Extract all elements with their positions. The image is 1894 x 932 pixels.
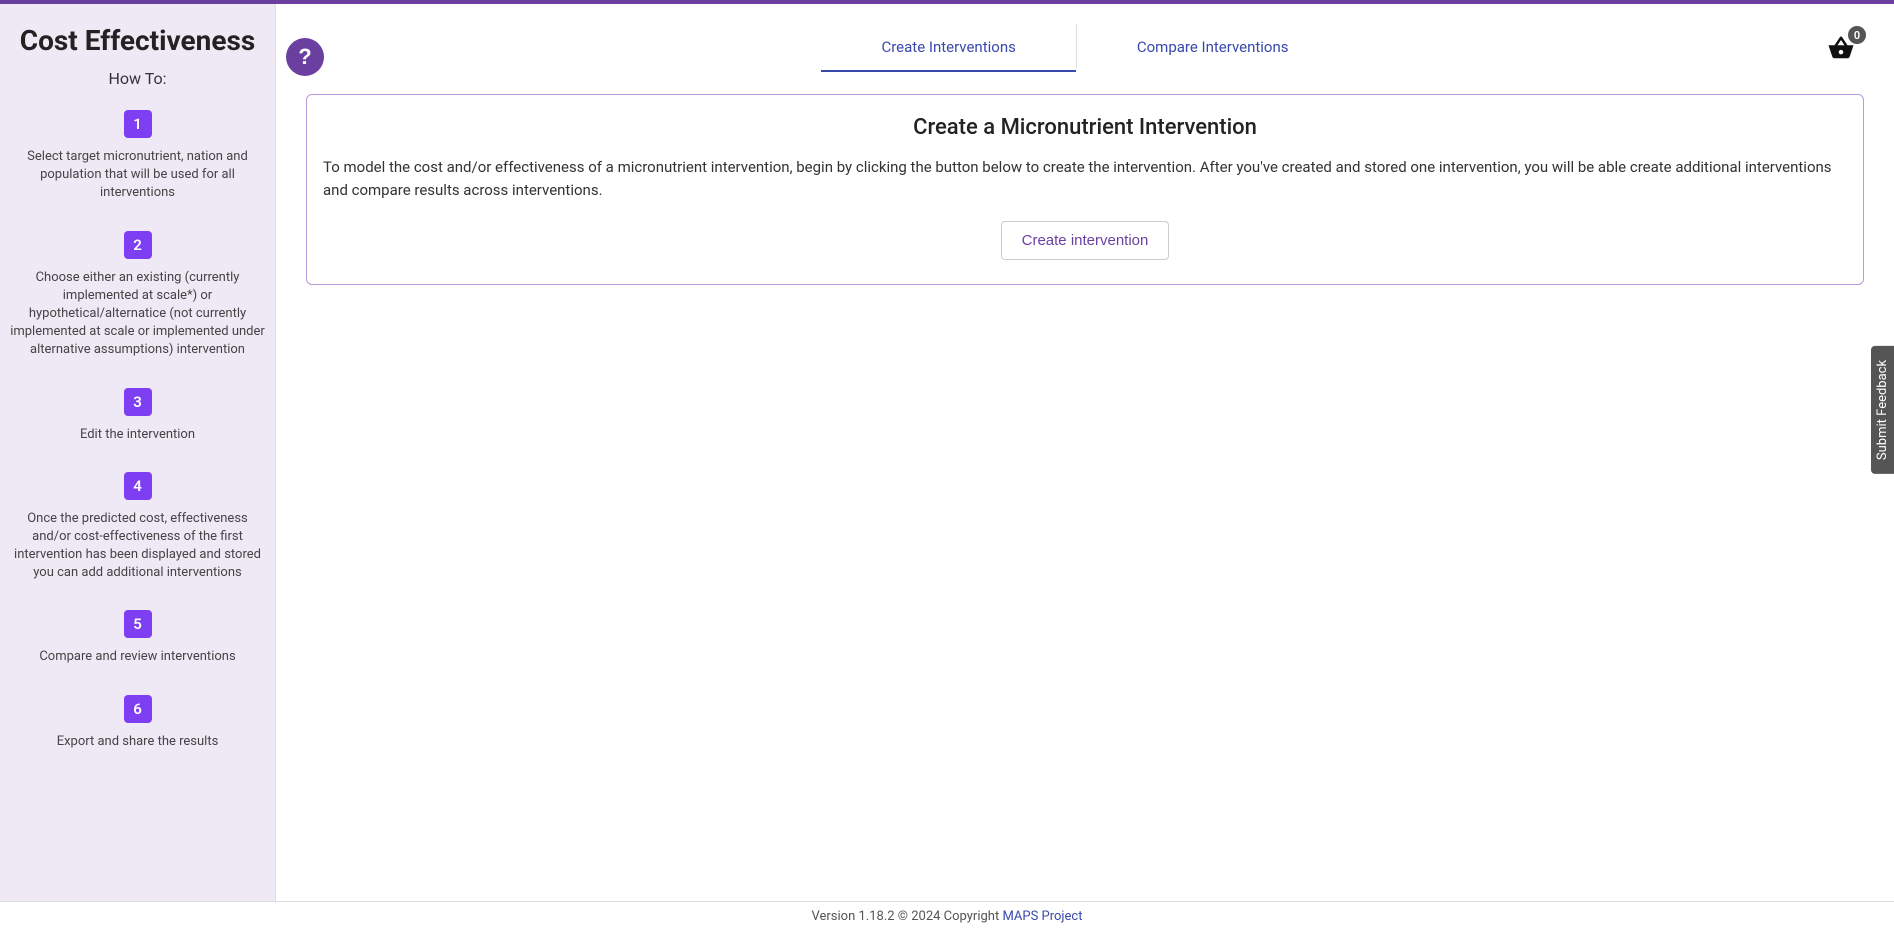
step-4: 4 Once the predicted cost, effectiveness… (6, 472, 269, 583)
step-text: Once the predicted cost, effectiveness a… (6, 510, 269, 583)
button-label: Create intervention (1022, 232, 1149, 249)
tab-compare-interventions[interactable]: Compare Interventions (1077, 24, 1349, 72)
step-number: 3 (124, 388, 152, 416)
submit-feedback-tab[interactable]: Submit Feedback (1871, 346, 1894, 474)
step-number: 6 (124, 695, 152, 723)
tabs: Create Interventions Compare Interventio… (821, 24, 1348, 72)
step-6: 6 Export and share the results (6, 695, 269, 751)
footer-text: Version 1.18.2 © 2024 Copyright (812, 909, 1003, 924)
basket-button[interactable]: 0 (1826, 34, 1856, 68)
card-title: Create a Micronutrient Intervention (323, 115, 1847, 140)
step-number: 5 (124, 610, 152, 638)
main-content: ? Create Interventions Compare Intervent… (276, 4, 1894, 901)
tab-create-interventions[interactable]: Create Interventions (821, 24, 1075, 72)
step-text: Compare and review interventions (6, 648, 269, 666)
basket-count-badge: 0 (1848, 26, 1866, 44)
tab-label: Compare Interventions (1137, 38, 1289, 56)
sidebar-title: Cost Effectiveness (6, 24, 269, 57)
feedback-label: Submit Feedback (1875, 360, 1890, 460)
step-5: 5 Compare and review interventions (6, 610, 269, 666)
footer-link[interactable]: MAPS Project (1002, 909, 1082, 924)
step-number: 2 (124, 231, 152, 259)
step-number: 4 (124, 472, 152, 500)
step-text: Edit the intervention (6, 426, 269, 444)
footer: Version 1.18.2 © 2024 Copyright MAPS Pro… (0, 901, 1894, 931)
step-1: 1 Select target micronutrient, nation an… (6, 110, 269, 203)
card-description: To model the cost and/or effectiveness o… (323, 156, 1847, 201)
step-2: 2 Choose either an existing (currently i… (6, 231, 269, 360)
howto-heading: How To: (6, 69, 269, 88)
step-text: Export and share the results (6, 733, 269, 751)
header-row: Create Interventions Compare Interventio… (306, 24, 1864, 72)
create-intervention-button[interactable]: Create intervention (1001, 221, 1170, 260)
sidebar: Cost Effectiveness How To: 1 Select targ… (0, 4, 276, 901)
step-text: Select target micronutrient, nation and … (6, 148, 269, 203)
create-intervention-card: Create a Micronutrient Intervention To m… (306, 94, 1864, 285)
tab-label: Create Interventions (881, 38, 1015, 56)
main-layout: Cost Effectiveness How To: 1 Select targ… (0, 4, 1894, 901)
step-3: 3 Edit the intervention (6, 388, 269, 444)
step-number: 1 (124, 110, 152, 138)
step-text: Choose either an existing (currently imp… (6, 269, 269, 360)
